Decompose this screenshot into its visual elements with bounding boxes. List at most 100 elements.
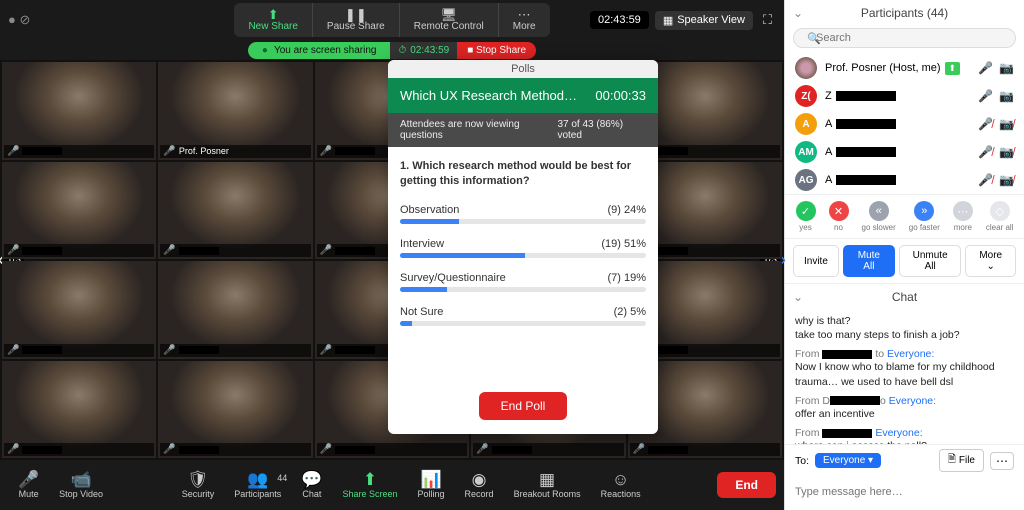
host-badge: ⬆ xyxy=(945,62,961,75)
unmute-all-button[interactable]: Unmute All xyxy=(899,245,962,277)
video-tile[interactable]: 🎤 xyxy=(2,62,156,160)
video-tile[interactable]: 🎤 xyxy=(158,261,312,359)
chat-from-line: From to Everyone: xyxy=(795,348,1014,360)
mic-muted-icon: 🎤 xyxy=(7,146,19,157)
mic-icon: 🎤 xyxy=(978,89,993,103)
participants-heading: ⌄ Participants (44) xyxy=(785,0,1024,26)
invite-button[interactable]: Invite xyxy=(793,245,839,277)
chat-input[interactable] xyxy=(795,486,1014,498)
new-share-button[interactable]: ⬆New Share xyxy=(234,3,312,37)
video-off-icon: 📷̸ xyxy=(999,145,1014,159)
speaker-view-button[interactable]: ▦Speaker View xyxy=(655,11,753,30)
mic-muted-icon: 🎤 xyxy=(163,245,175,256)
polling-button[interactable]: 📊Polling xyxy=(408,471,455,500)
mic-muted-icon: 🎤̸ xyxy=(978,117,993,131)
end-meeting-button[interactable]: End xyxy=(717,472,776,498)
chat-more-button[interactable]: ⋯ xyxy=(990,452,1014,470)
poll-option-pct: (7) 19% xyxy=(607,272,646,284)
chat-icon: 💬 xyxy=(301,471,322,490)
video-tile[interactable]: 🎤 xyxy=(2,361,156,459)
mic-muted-icon: 🎤 xyxy=(163,146,175,157)
file-icon: 🗎 xyxy=(948,452,956,469)
reactions-button[interactable]: ☺Reactions xyxy=(591,471,651,500)
grid-icon: ▦ xyxy=(663,14,673,27)
chat-message-text: Now I know who to blame for my childhood… xyxy=(795,360,1014,388)
chat-from-line: From Do Everyone: xyxy=(795,395,1014,407)
share-more-button[interactable]: ⋯More xyxy=(499,3,550,37)
tile-name: Prof. Posner xyxy=(179,146,229,156)
feedback-label: clear all xyxy=(986,223,1014,232)
mic-muted-icon: 🎤 xyxy=(320,345,332,356)
mic-muted-icon: 🎤 xyxy=(320,245,332,256)
chat-to-row: To: Everyone ▾ 🗎File ⋯ xyxy=(785,444,1024,476)
mic-muted-icon: 🎤 xyxy=(476,444,488,455)
video-tile[interactable]: 🎤 xyxy=(158,361,312,459)
video-off-icon: 📷̸ xyxy=(999,173,1014,187)
feedback-label: more xyxy=(953,223,973,232)
participant-search-input[interactable] xyxy=(793,28,1016,48)
video-off-icon: 📷̸ xyxy=(999,117,1014,131)
share-screen-button[interactable]: ⬆Share Screen xyxy=(332,471,407,500)
participants-button[interactable]: 44👥Participants xyxy=(224,471,291,500)
chevron-down-icon[interactable]: ⌄ xyxy=(793,6,803,20)
participant-row[interactable]: Prof. Posner (Host, me) ⬆🎤📷 xyxy=(785,54,1024,82)
feedback-go-slower[interactable]: «go slower xyxy=(862,201,896,232)
feedback-more[interactable]: ⋯more xyxy=(953,201,973,232)
participant-row[interactable]: AGA🎤̸📷̸ xyxy=(785,166,1024,194)
poll-icon: 📊 xyxy=(420,471,441,490)
security-button[interactable]: 🛡Security xyxy=(172,471,225,500)
mute-all-button[interactable]: Mute All xyxy=(843,245,895,277)
upload-icon: ⬆ xyxy=(268,8,279,21)
participant-row[interactable]: AMA🎤̸📷̸ xyxy=(785,138,1024,166)
mic-muted-icon: 🎤 xyxy=(320,444,332,455)
poll-option: Not Sure(2) 5% xyxy=(400,306,646,326)
mic-icon: 🎤 xyxy=(978,61,993,75)
poll-option-label: Not Sure xyxy=(400,306,443,318)
breakout-button[interactable]: ▦Breakout Rooms xyxy=(504,471,591,500)
video-tile[interactable]: 🎤 xyxy=(158,162,312,260)
shield-icon: 🛡 xyxy=(187,471,209,490)
stop-video-button[interactable]: 📹Stop Video xyxy=(49,471,113,500)
feedback-row: ✓yes ✕no «go slower »go faster ⋯more ◇clear a… xyxy=(785,194,1024,239)
mute-button[interactable]: 🎤Mute xyxy=(8,471,49,500)
video-tile[interactable]: 🎤 Prof. Posner xyxy=(158,62,312,160)
record-button[interactable]: ◉Record xyxy=(455,471,504,500)
feedback-yes[interactable]: ✓yes xyxy=(796,201,816,232)
chevron-down-icon[interactable]: ⌄ xyxy=(793,290,803,304)
feedback-label: go faster xyxy=(909,223,940,232)
mic-muted-icon: 🎤 xyxy=(163,345,175,356)
side-panel: ⌄ Participants (44) 🔍 Prof. Posner (Host… xyxy=(784,0,1024,510)
mic-muted-icon: 🎤 xyxy=(7,444,19,455)
record-icon: ◉ xyxy=(472,471,487,490)
participants-more-button[interactable]: More ⌄ xyxy=(965,245,1016,277)
share-banner-timer: ⏱02:43:59 xyxy=(390,42,457,59)
chat-to-selector[interactable]: Everyone ▾ xyxy=(815,453,881,468)
participant-row[interactable]: Z(Z🎤📷 xyxy=(785,82,1024,110)
fullscreen-button[interactable]: ⛶ xyxy=(759,12,776,28)
chat-message-text: take too many steps to finish a job? xyxy=(795,328,1014,342)
end-poll-button[interactable]: End Poll xyxy=(479,392,568,420)
mic-muted-icon: 🎤̸ xyxy=(978,173,993,187)
clock-icon: ⏱ xyxy=(398,45,406,56)
poll-option-label: Interview xyxy=(400,238,444,250)
participant-row[interactable]: AA🎤̸📷̸ xyxy=(785,110,1024,138)
recording-indicator: ● ⊘ xyxy=(8,12,30,28)
chat-file-button[interactable]: 🗎File xyxy=(939,449,984,472)
stop-share-button[interactable]: ■ Stop Share xyxy=(457,42,536,59)
feedback-clear-all[interactable]: ◇clear all xyxy=(986,201,1014,232)
mic-muted-icon: 🎤 xyxy=(320,146,332,157)
mic-muted-icon: 🎤 xyxy=(7,345,19,356)
feedback-no[interactable]: ✕no xyxy=(829,201,849,232)
bottom-toolbar: 🎤Mute 📹Stop Video 🛡Security 44👥Participa… xyxy=(0,460,784,510)
people-icon: 👥 xyxy=(247,471,268,490)
poll-option-pct: (19) 51% xyxy=(601,238,646,250)
poll-elapsed: 00:00:33 xyxy=(595,88,646,103)
pause-share-button[interactable]: ❚❚Pause Share xyxy=(313,3,400,37)
video-tile[interactable]: 🎤 xyxy=(2,261,156,359)
chat-button[interactable]: 💬Chat xyxy=(291,471,332,500)
video-tile[interactable]: 🎤 xyxy=(2,162,156,260)
chat-message-text: offer an incentive xyxy=(795,407,1014,421)
mic-muted-icon: 🎤 xyxy=(163,444,175,455)
remote-control-button[interactable]: 🖥Remote Control xyxy=(400,3,499,37)
feedback-go-faster[interactable]: »go faster xyxy=(909,201,940,232)
